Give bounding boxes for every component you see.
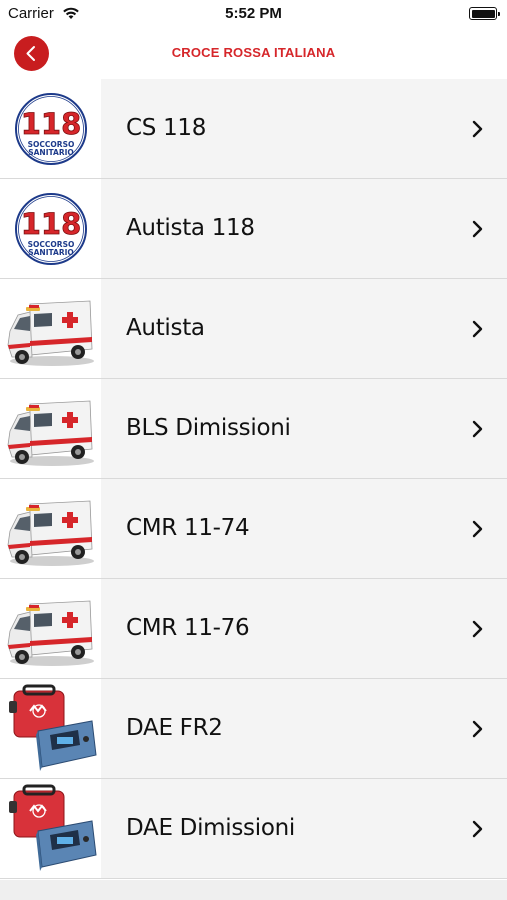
- list-footer: [0, 880, 507, 900]
- battery-icon: [469, 7, 500, 20]
- list-item-label: DAE Dimissioni: [126, 815, 295, 841]
- status-time: 5:52 PM: [225, 5, 282, 22]
- chevron-right-icon: [472, 520, 483, 538]
- list-item-label: CMR 11-74: [126, 515, 250, 541]
- list-item[interactable]: BLS Dimissioni: [0, 379, 507, 479]
- chevron-right-icon: [472, 320, 483, 338]
- list-item[interactable]: DAE Dimissioni: [0, 779, 507, 879]
- navigation-bar: CROCE ROSSA ITALIANA: [0, 28, 507, 78]
- list-item[interactable]: DAE FR2: [0, 679, 507, 779]
- defibrillator-icon: [0, 679, 101, 778]
- svg-text:SANITARIO: SANITARIO: [28, 248, 74, 257]
- list-item-label: Autista: [126, 315, 205, 341]
- list-item[interactable]: Autista: [0, 279, 507, 379]
- svg-text:118: 118: [21, 207, 82, 241]
- svg-text:SANITARIO: SANITARIO: [28, 148, 74, 157]
- ambulance-icon: [0, 279, 101, 378]
- chevron-right-icon: [472, 820, 483, 838]
- ambulance-icon: [0, 479, 101, 578]
- list-item-label: Autista 118: [126, 215, 255, 241]
- chevron-right-icon: [472, 420, 483, 438]
- list-item[interactable]: 118 SOCCORSO SANITARIO Autista 118: [0, 179, 507, 279]
- item-list: 118 SOCCORSO SANITARIO CS 118 118 SOCCOR…: [0, 79, 507, 879]
- logo-118-icon: 118 SOCCORSO SANITARIO: [0, 179, 101, 278]
- status-bar: Carrier 5:52 PM: [0, 0, 507, 28]
- chevron-right-icon: [472, 220, 483, 238]
- ambulance-icon: [0, 379, 101, 478]
- chevron-right-icon: [472, 120, 483, 138]
- logo-118-icon: 118 SOCCORSO SANITARIO: [0, 79, 101, 178]
- chevron-right-icon: [472, 620, 483, 638]
- list-item-label: CMR 11-76: [126, 615, 250, 641]
- list-item-label: DAE FR2: [126, 715, 223, 741]
- list-item-label: BLS Dimissioni: [126, 415, 291, 441]
- list-item[interactable]: CMR 11-76: [0, 579, 507, 679]
- chevron-right-icon: [472, 720, 483, 738]
- page-title: CROCE ROSSA ITALIANA: [171, 45, 336, 60]
- list-item-label: CS 118: [126, 115, 207, 141]
- svg-text:118: 118: [21, 107, 82, 141]
- list-item[interactable]: 118 SOCCORSO SANITARIO CS 118: [0, 79, 507, 179]
- ambulance-icon: [0, 579, 101, 678]
- list-item[interactable]: CMR 11-74: [0, 479, 507, 579]
- defibrillator-icon: [0, 779, 101, 878]
